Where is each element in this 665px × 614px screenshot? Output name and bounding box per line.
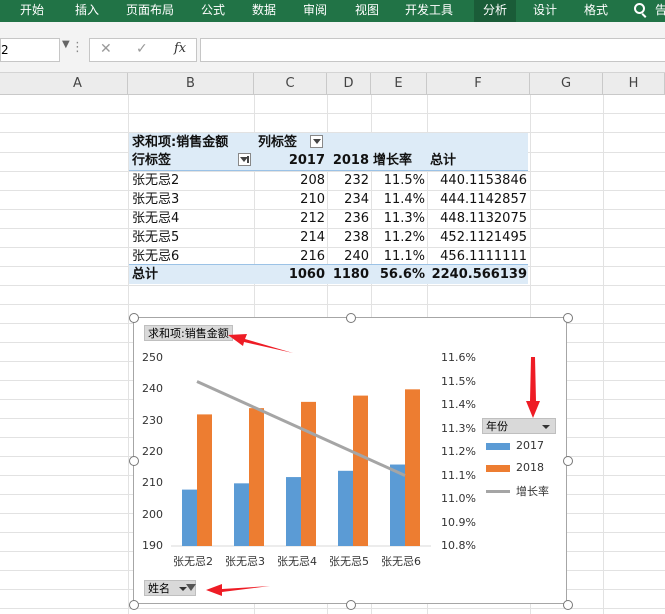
arrow-to-value-button <box>228 334 293 353</box>
arrow-to-axis-button <box>206 584 270 596</box>
arrow-to-legend-button <box>526 357 540 418</box>
annotation-arrows <box>206 334 540 596</box>
